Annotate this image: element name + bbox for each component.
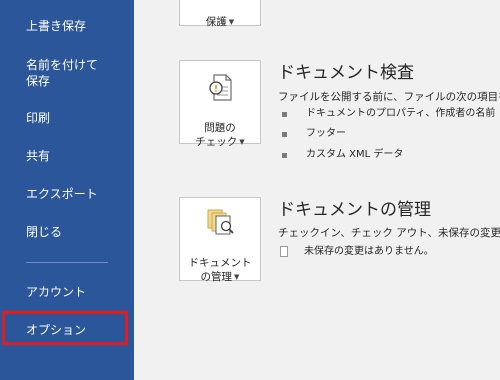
sidebar-item-save-as[interactable]: 名前を付けて 保存 [26,57,98,89]
inspect-document-title: ドキュメント検査 [278,63,414,83]
sidebar-item-account[interactable]: アカウント [26,284,86,300]
chevron-down-icon: ▼ [228,18,235,26]
document-icon [280,246,288,257]
sidebar-item-close[interactable]: 閉じる [26,224,62,240]
bullet-icon [282,132,287,137]
sidebar-item-save[interactable]: 上書き保存 [26,18,86,34]
sidebar-item-export[interactable]: エクスポート [26,186,98,202]
manage-document-button[interactable]: ドキュメント の管理 ▼ [179,197,261,283]
check-issues-label: 問題の チェック [195,122,238,148]
manage-document-title: ドキュメントの管理 [278,200,431,220]
sidebar-item-share[interactable]: 共有 [26,148,50,164]
protect-button-label: 保護 [205,16,227,28]
inspect-document-icon [209,74,232,101]
sidebar-divider [26,262,108,263]
info-panel: 保護 ▼ 問題の チェック ▼ ドキュメント検査 ファイルを公開する前に、ファイルの… [134,0,500,380]
protect-button[interactable]: 保護 ▼ [179,0,261,28]
sidebar-item-print[interactable]: 印刷 [26,110,50,126]
manage-document-description: チェックイン、チェック アウト、未保存の変更の回 [278,227,500,239]
chevron-down-icon: ▼ [239,138,245,146]
backstage-sidebar: 上書き保存 名前を付けて 保存 印刷 共有 エクスポート 閉じる アカウント オ… [0,0,134,380]
manage-document-icon [207,209,234,235]
bullet-icon [282,153,287,158]
manage-document-label: ドキュメント の管理 [188,257,252,283]
inspect-document-description: ファイルを公開する前に、ファイルの次の項目を確 [278,91,500,103]
backstage-view: 上書き保存 名前を付けて 保存 印刷 共有 エクスポート 閉じる アカウント オ… [0,0,500,380]
bullet-icon [282,112,287,117]
chevron-down-icon: ▼ [234,273,240,281]
check-issues-button[interactable]: 問題の チェック ▼ [179,60,261,148]
options-highlight-box [2,311,128,345]
